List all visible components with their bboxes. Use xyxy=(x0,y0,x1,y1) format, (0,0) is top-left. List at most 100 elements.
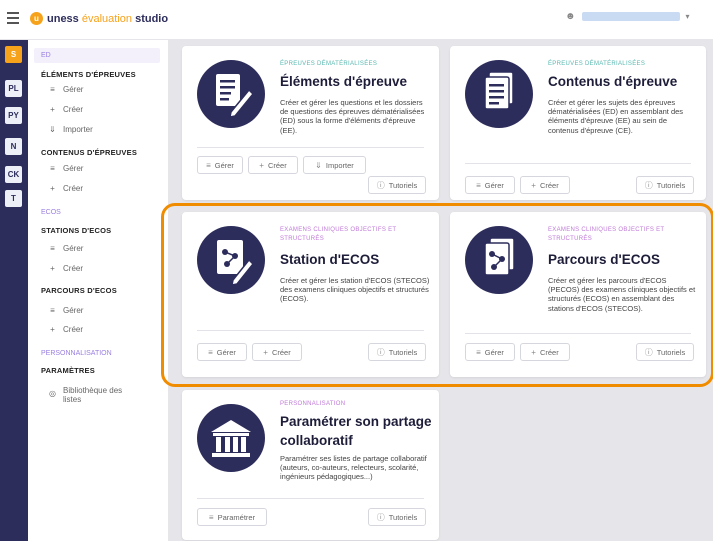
rail-item-n[interactable]: N xyxy=(5,138,22,155)
list-icon: ≡ xyxy=(50,244,55,253)
card-divider xyxy=(197,147,424,148)
main-content: ÉPREUVES DÉMATÉRIALISÉES Éléments d'épre… xyxy=(168,40,713,541)
card-elements-epreuve: ÉPREUVES DÉMATÉRIALISÉES Éléments d'épre… xyxy=(182,46,439,200)
logo-mark: u xyxy=(30,12,43,25)
info-icon: ⓘ xyxy=(376,180,385,190)
create-button[interactable]: + Créer xyxy=(520,176,570,194)
sidebar-head-parcours: PARCOURS D'ECOS xyxy=(41,286,117,295)
card-tag: ÉPREUVES DÉMATÉRIALISÉES xyxy=(280,61,378,67)
list-icon: ≡ xyxy=(206,160,211,170)
import-icon: ⇓ xyxy=(49,125,56,134)
sidebar: ED ÉLÉMENTS D'ÉPREUVES ≡ Gérer + Créer ⇓ Im… xyxy=(28,40,168,541)
institution-icon xyxy=(197,404,265,472)
card-title: Paramétrer son partage collaboratif xyxy=(280,414,432,448)
tutorials-button[interactable]: ⓘ Tutoriels xyxy=(368,508,426,526)
sidebar-section-personnalisation: PERSONNALISATION xyxy=(41,350,112,357)
card-partage-collaboratif: PERSONNALISATION Paramétrer son partage … xyxy=(182,390,439,540)
app-name: uness évaluation studio xyxy=(47,12,169,25)
card-description: Créer et gérer les parcours d'ECOS (PECO… xyxy=(548,276,696,313)
sidebar-item-parcours-create[interactable]: + Créer xyxy=(48,325,83,334)
card-divider xyxy=(465,163,691,164)
sidebar-item-contenus-manage[interactable]: ≡ Gérer xyxy=(48,164,83,173)
sidebar-item-elements-manage[interactable]: ≡ Gérer xyxy=(48,85,83,94)
plus-icon: + xyxy=(50,105,55,114)
create-button[interactable]: + Créer xyxy=(520,343,570,361)
list-icon: ≡ xyxy=(476,347,481,357)
hamburger-menu-icon[interactable] xyxy=(7,12,19,24)
create-button[interactable]: + Créer xyxy=(248,156,298,174)
sidebar-item-stations-manage[interactable]: ≡ Gérer xyxy=(48,244,83,253)
manage-button[interactable]: ≡ Gérer xyxy=(465,176,515,194)
card-description: Créer et gérer les sujets des épreuves d… xyxy=(548,98,684,135)
card-title: Station d'ECOS xyxy=(280,252,380,267)
card-station-ecos: EXAMENS CLINIQUES OBJECTIFS ET STRUCTURÉ… xyxy=(182,212,439,377)
create-button[interactable]: + Créer xyxy=(252,343,302,361)
plus-icon: + xyxy=(50,184,55,193)
manage-button[interactable]: ≡ Gérer xyxy=(197,156,243,174)
sidebar-section-ecos: ECOS xyxy=(41,209,61,216)
chevron-down-icon: ▾ xyxy=(685,12,690,21)
card-tag: EXAMENS CLINIQUES OBJECTIFS ET STRUCTURÉ… xyxy=(280,227,397,242)
plus-icon: + xyxy=(50,325,55,334)
list-icon: ≡ xyxy=(50,306,55,315)
sidebar-item-contenus-create[interactable]: + Créer xyxy=(48,184,83,193)
top-bar: u uness évaluation studio ☻ ▾ xyxy=(0,0,713,40)
plus-icon: + xyxy=(50,264,55,273)
sidebar-item-bibliotheque[interactable]: ◎ Bibliothèque des listes xyxy=(48,386,148,404)
sidebar-head-contenus: CONTENUS D'ÉPREUVES xyxy=(41,148,138,157)
user-name-redacted xyxy=(581,12,680,21)
card-title: Parcours d'ECOS xyxy=(548,252,660,267)
library-icon: ◎ xyxy=(49,389,56,398)
document-edit-icon xyxy=(197,60,265,128)
sidebar-section-ed: ED xyxy=(34,48,160,63)
documents-network-icon xyxy=(465,226,533,294)
tutorials-button[interactable]: ⓘ Tutoriels xyxy=(368,343,426,361)
rail-item-pl[interactable]: PL xyxy=(5,80,22,97)
sidebar-head-parametres: PARAMÈTRES xyxy=(41,366,95,375)
rail-item-py[interactable]: PY xyxy=(5,107,22,124)
tutorials-button[interactable]: ⓘ Tutoriels xyxy=(636,343,694,361)
app-logo[interactable]: u uness évaluation studio xyxy=(30,12,168,25)
plus-icon: + xyxy=(259,160,264,170)
manage-button[interactable]: ≡ Gérer xyxy=(197,343,247,361)
plus-icon: + xyxy=(531,180,536,190)
info-icon: ⓘ xyxy=(376,347,385,357)
card-divider xyxy=(197,330,424,331)
list-icon: ≡ xyxy=(208,347,213,357)
settings-button[interactable]: ≡ Paramétrer xyxy=(197,508,267,526)
sidebar-item-elements-import[interactable]: ⇓ Importer xyxy=(48,125,93,134)
card-tag: PERSONNALISATION xyxy=(280,401,346,407)
app-rail: S PL PY N CK T xyxy=(0,40,28,541)
card-description: Créer et gérer les questions et les doss… xyxy=(280,98,425,135)
list-icon: ≡ xyxy=(476,180,481,190)
plus-icon: + xyxy=(263,347,268,357)
rail-item-s[interactable]: S xyxy=(5,46,22,63)
info-icon: ⓘ xyxy=(376,512,385,522)
sidebar-item-parcours-manage[interactable]: ≡ Gérer xyxy=(48,306,83,315)
card-contenus-epreuve: ÉPREUVES DÉMATÉRIALISÉES Contenus d'épre… xyxy=(450,46,706,200)
card-tag: EXAMENS CLINIQUES OBJECTIFS ET STRUCTURÉ… xyxy=(548,227,665,242)
list-icon: ≡ xyxy=(208,512,214,522)
rail-item-t[interactable]: T xyxy=(5,190,22,207)
card-divider xyxy=(465,333,691,334)
card-divider xyxy=(197,498,424,499)
list-icon: ≡ xyxy=(50,164,55,173)
document-network-icon xyxy=(197,226,265,294)
rail-item-ck[interactable]: CK xyxy=(5,166,22,183)
person-icon: ☻ xyxy=(565,11,576,22)
sidebar-head-stations: STATIONS D'ECOS xyxy=(41,226,112,235)
documents-stack-icon xyxy=(465,60,533,128)
card-description: Paramétrer ses listes de partage collabo… xyxy=(280,454,427,482)
sidebar-item-stations-create[interactable]: + Créer xyxy=(48,264,83,273)
import-icon: ⇓ xyxy=(315,160,322,170)
info-icon: ⓘ xyxy=(644,347,653,357)
plus-icon: + xyxy=(531,347,536,357)
tutorials-button[interactable]: ⓘ Tutoriels xyxy=(368,176,426,194)
tutorials-button[interactable]: ⓘ Tutoriels xyxy=(636,176,694,194)
sidebar-item-elements-create[interactable]: + Créer xyxy=(48,105,83,114)
user-menu[interactable]: ☻ ▾ xyxy=(565,11,690,22)
import-button[interactable]: ⇓ Importer xyxy=(303,156,366,174)
manage-button[interactable]: ≡ Gérer xyxy=(465,343,515,361)
card-description: Créer et gérer les station d'ECOS (STECO… xyxy=(280,276,430,304)
card-tag: ÉPREUVES DÉMATÉRIALISÉES xyxy=(548,61,646,67)
